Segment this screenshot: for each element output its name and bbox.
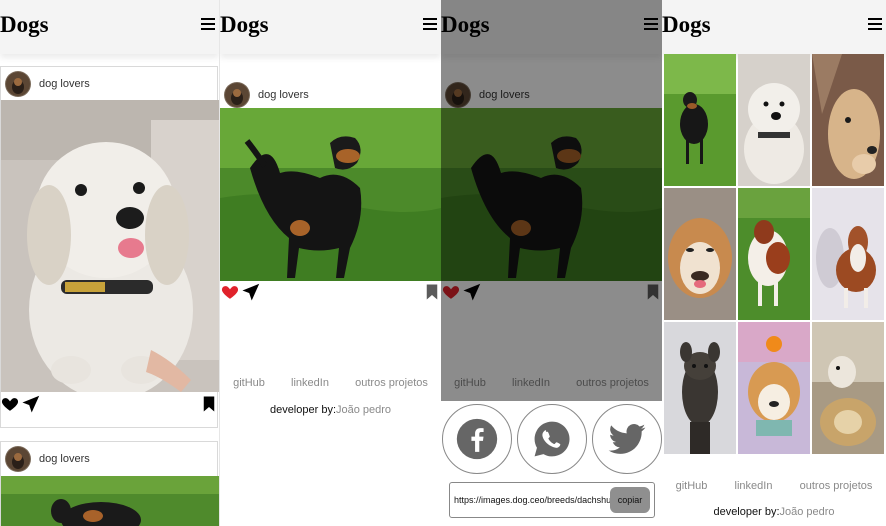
- other-projects-link[interactable]: outros projetos: [355, 377, 428, 389]
- post-detail-screen: Dogs dog lovers gitHub linkedIn outros p…: [220, 0, 441, 526]
- post-actions: [0, 395, 219, 415]
- post-author[interactable]: dog lovers: [1, 67, 217, 101]
- photo-grid: [664, 54, 884, 454]
- share-facebook-button[interactable]: [442, 404, 512, 474]
- gallery-photo[interactable]: [664, 322, 736, 454]
- footer-links: gitHub linkedIn outros projetos: [662, 480, 886, 492]
- app-header: Dogs: [220, 0, 441, 54]
- gallery-photo[interactable]: [812, 54, 884, 186]
- paper-plane-icon[interactable]: [242, 283, 260, 301]
- share-whatsapp-button[interactable]: [517, 404, 587, 474]
- developer-name[interactable]: João pedro: [336, 404, 391, 416]
- post-photo[interactable]: [220, 108, 441, 281]
- linkedin-link[interactable]: linkedIn: [291, 377, 329, 389]
- twitter-icon: [608, 424, 646, 454]
- footer-links: gitHub linkedIn outros projetos: [220, 377, 441, 389]
- share-screen: Dogs dog lovers gitHub linkedIn outros p…: [441, 0, 662, 526]
- post-actions: [220, 283, 441, 303]
- post-author[interactable]: dog lovers: [1, 442, 217, 476]
- gallery-photo[interactable]: [812, 322, 884, 454]
- app-header: Dogs: [662, 0, 886, 54]
- share-url[interactable]: https://images.dog.ceo/breeds/dachshund: [454, 495, 614, 505]
- facebook-icon: [456, 418, 498, 460]
- author-name: dog lovers: [39, 453, 90, 465]
- author-name: dog lovers: [39, 78, 90, 90]
- avatar: [5, 71, 31, 97]
- brand-title[interactable]: Dogs: [662, 12, 711, 38]
- hamburger-icon[interactable]: [201, 18, 215, 30]
- hamburger-icon[interactable]: [423, 18, 437, 30]
- developer-label: developer by:: [269, 404, 336, 416]
- copy-button[interactable]: copiar: [610, 487, 650, 513]
- feed-screen: Dogs dog lovers dog lovers: [0, 0, 220, 526]
- developer-credit: developer by:João pedro: [220, 404, 441, 416]
- brand-title[interactable]: Dogs: [220, 12, 269, 38]
- app-header: Dogs: [0, 0, 219, 54]
- post-photo[interactable]: [1, 476, 219, 526]
- github-link[interactable]: gitHub: [233, 377, 265, 389]
- paper-plane-icon[interactable]: [22, 395, 40, 413]
- avatar: [5, 446, 31, 472]
- bookmark-icon[interactable]: [200, 395, 218, 413]
- whatsapp-icon: [534, 421, 570, 457]
- hamburger-icon[interactable]: [868, 18, 882, 30]
- gallery-photo[interactable]: [738, 188, 810, 320]
- other-projects-link[interactable]: outros projetos: [800, 480, 873, 492]
- bookmark-icon[interactable]: [423, 283, 441, 301]
- github-link[interactable]: gitHub: [676, 480, 708, 492]
- heart-icon[interactable]: [1, 395, 19, 413]
- heart-icon[interactable]: [221, 283, 239, 301]
- developer-name[interactable]: João pedro: [780, 506, 835, 518]
- share-twitter-button[interactable]: [592, 404, 662, 474]
- developer-credit: developer by:João pedro: [662, 506, 886, 518]
- post-author[interactable]: dog lovers: [220, 78, 441, 112]
- share-link-field[interactable]: https://images.dog.ceo/breeds/dachshund …: [449, 482, 655, 518]
- gallery-photo[interactable]: [664, 54, 736, 186]
- avatar: [224, 82, 250, 108]
- modal-backdrop[interactable]: [441, 0, 662, 401]
- gallery-photo[interactable]: [664, 188, 736, 320]
- author-name: dog lovers: [258, 89, 309, 101]
- brand-title[interactable]: Dogs: [0, 12, 49, 38]
- gallery-screen: Dogs gitHub linkedIn outros projetos dev…: [662, 0, 886, 526]
- linkedin-link[interactable]: linkedIn: [735, 480, 773, 492]
- gallery-photo[interactable]: [738, 54, 810, 186]
- post-photo[interactable]: [1, 100, 219, 392]
- gallery-photo[interactable]: [812, 188, 884, 320]
- developer-label: developer by:: [713, 506, 780, 518]
- gallery-photo[interactable]: [738, 322, 810, 454]
